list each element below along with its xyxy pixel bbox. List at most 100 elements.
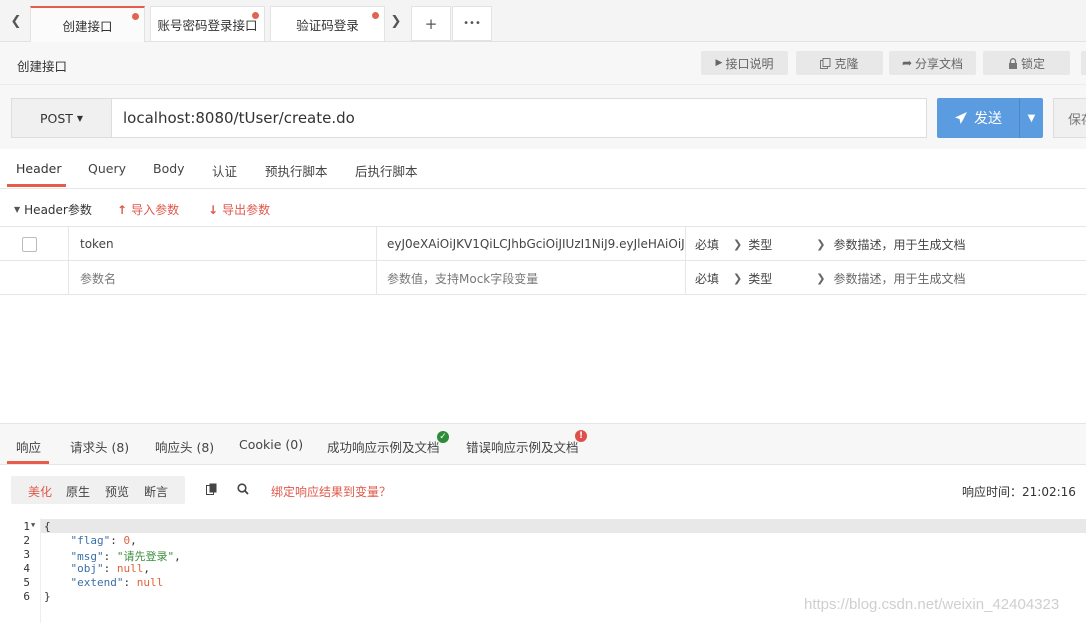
chevron-left-icon[interactable]: ❮ [6, 6, 26, 36]
clone-button[interactable]: 克隆 [796, 51, 883, 75]
send-options-button[interactable]: ▼ [1019, 98, 1043, 138]
line-number: 4 [23, 562, 30, 575]
active-line-highlight [41, 519, 1086, 533]
plus-icon: + [424, 14, 438, 33]
caret-down-icon: ▼ [76, 113, 84, 123]
method-select[interactable]: POST ▼ [11, 98, 112, 138]
button-label: 锁定 [1020, 56, 1045, 71]
param-name-input[interactable]: 参数名 [68, 261, 377, 295]
chevron-down-icon: ❯ [733, 237, 743, 251]
line-number: 1 [23, 520, 30, 533]
tab-label: 验证码登录 [296, 17, 359, 33]
tab-post-script[interactable]: 后执行脚本 [355, 161, 418, 180]
tab-success-example[interactable]: 成功响应示例及文档 [327, 437, 440, 456]
table-divider [0, 294, 1086, 295]
tab-create-api[interactable]: 创建接口 [30, 6, 145, 42]
param-desc[interactable]: 参数描述，用于生成文档 [833, 236, 965, 253]
code-line: } [44, 590, 51, 603]
param-value-input[interactable]: 参数值，支持Mock字段变量 [377, 261, 686, 295]
tab-header[interactable]: Header [16, 161, 62, 176]
save-button[interactable]: 保存 [1053, 98, 1086, 138]
json-comma: , [130, 534, 137, 547]
active-tab-indicator [7, 184, 66, 187]
fold-caret-icon[interactable]: ▼ [31, 521, 35, 529]
row-checkbox-cell [0, 227, 69, 261]
row-checkbox[interactable] [22, 236, 37, 252]
param-name-cell[interactable]: token [68, 227, 377, 261]
param-value-cell[interactable]: eyJ0eXAiOiJKV1QiLCJhbGciOiJIUzI1NiJ9.eyJ… [377, 227, 686, 261]
chevron-down-icon: ❯ [733, 271, 743, 285]
code-line: "extend": null [70, 576, 164, 589]
search-icon[interactable] [237, 483, 249, 498]
required-label: 必填 [695, 237, 720, 252]
json-key: "obj" [70, 562, 104, 575]
code-line: "flag": 0, [70, 534, 137, 547]
line-number: 5 [23, 576, 30, 589]
page-title: 创建接口 [17, 59, 68, 74]
required-select[interactable]: 必填 ❯ [695, 236, 742, 253]
api-description-button[interactable]: ▶ 接口说明 [701, 51, 788, 75]
caret-down-icon: ▼ [14, 205, 21, 214]
more-tool-button[interactable] [1081, 51, 1086, 75]
add-tab-button[interactable]: + [411, 6, 451, 41]
header-params-toggle[interactable]: ▼ Header参数 [14, 201, 92, 218]
send-button[interactable]: 发送 [937, 98, 1019, 138]
header-params-title: Header参数 [24, 203, 92, 217]
response-code-editor[interactable]: 1 ▼ 2 3 4 5 6 { "flag": 0, "msg": "请先登录"… [0, 518, 1086, 623]
type-select[interactable]: 类型 ❯ [748, 236, 825, 253]
arrow-up-icon: ↑ [117, 202, 128, 217]
param-meta-cell: 必填 ❯ 类型 ❯ 参数描述，用于生成文档 [686, 261, 1086, 295]
table-row-placeholder: 参数名 参数值，支持Mock字段变量 必填 ❯ 类型 ❯ 参数描述，用于生成文档 [0, 260, 1086, 295]
tab-sms-login[interactable]: 验证码登录 [270, 6, 385, 41]
tab-password-login-api[interactable]: 账号密码登录接口 [150, 6, 265, 41]
url-input[interactable]: localhost:8080/tUser/create.do [112, 98, 927, 138]
tab-error-example[interactable]: 错误响应示例及文档 [466, 437, 579, 456]
chevron-right-icon[interactable]: ❯ [386, 6, 406, 36]
tab-request-headers[interactable]: 请求头 (8) [70, 437, 129, 456]
copy-response-icon[interactable] [206, 483, 218, 498]
format-raw[interactable]: 原生 [66, 483, 90, 500]
more-tabs-button[interactable]: ••• [452, 6, 492, 41]
lock-button[interactable]: 锁定 [983, 51, 1070, 75]
tab-pre-script[interactable]: 预执行脚本 [265, 161, 328, 180]
document-tab-bar: ❮ 创建接口 账号密码登录接口 验证码登录 ❯ + ••• [0, 0, 1086, 42]
request-tabs: Header Query Body 认证 预执行脚本 后执行脚本 [0, 149, 1086, 189]
import-label: 导入参数 [131, 203, 180, 217]
paper-plane-icon [955, 112, 967, 124]
type-select[interactable]: 类型 ❯ [748, 270, 825, 287]
active-tab-indicator [7, 461, 49, 464]
tab-cookie[interactable]: Cookie (0) [239, 437, 303, 452]
json-key: "extend" [70, 576, 124, 589]
type-label: 类型 [748, 237, 773, 252]
tab-body[interactable]: Body [153, 161, 185, 176]
watermark: https://blog.csdn.net/weixin_42404323 [804, 596, 1060, 613]
button-label: 克隆 [834, 56, 859, 71]
table-row: token eyJ0eXAiOiJKV1QiLCJhbGciOiJIUzI1Ni… [0, 226, 1086, 261]
tab-response-headers[interactable]: 响应头 (8) [155, 437, 214, 456]
line-number: 3 [23, 548, 30, 561]
json-value: null [116, 562, 144, 575]
export-params-button[interactable]: ↓ 导出参数 [208, 201, 270, 218]
json-value: null [136, 576, 164, 589]
required-select[interactable]: 必填 ❯ [695, 270, 742, 287]
code-line: { [44, 520, 51, 533]
format-preview[interactable]: 预览 [105, 483, 129, 500]
bind-response-link[interactable]: 绑定响应结果到变量？ [271, 483, 391, 500]
format-pretty[interactable]: 美化 [28, 483, 52, 500]
button-label: 接口说明 [725, 56, 774, 71]
param-meta-cell: 必填 ❯ 类型 ❯ 参数描述，用于生成文档 [686, 227, 1086, 261]
tab-query[interactable]: Query [88, 161, 126, 176]
format-assert[interactable]: 断言 [144, 483, 168, 500]
share-doc-button[interactable]: ➦ 分享文档 [889, 51, 976, 75]
chevron-down-icon: ❯ [816, 237, 826, 251]
button-label: 分享文档 [915, 56, 964, 71]
share-icon: ➦ [901, 56, 913, 70]
tab-auth[interactable]: 认证 [212, 161, 237, 180]
method-label: POST [39, 110, 73, 126]
import-params-button[interactable]: ↑ 导入参数 [117, 201, 179, 218]
param-desc-input[interactable]: 参数描述，用于生成文档 [833, 270, 965, 287]
tab-label: 创建接口 [62, 18, 113, 34]
code-line: "obj": null, [70, 562, 151, 575]
tab-response[interactable]: 响应 [16, 437, 41, 456]
arrow-down-icon: ↓ [208, 202, 219, 217]
